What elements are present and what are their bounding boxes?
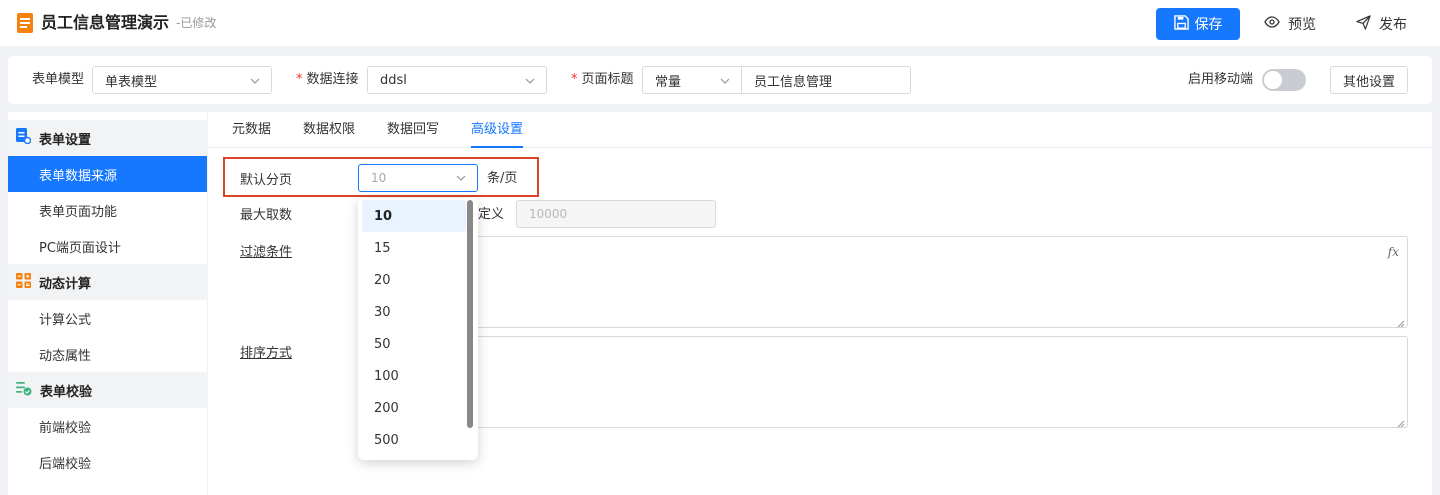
tab-advanced-settings[interactable]: 高级设置 <box>471 122 523 138</box>
chevron-down-icon <box>719 75 731 91</box>
modified-status: -已修改 <box>176 16 217 30</box>
toggle-knob <box>1264 71 1282 89</box>
eye-icon <box>1264 16 1280 32</box>
page-title-value: 员工信息管理 <box>754 74 833 90</box>
dropdown-option[interactable]: 20 <box>362 264 466 296</box>
sidebar-group-label: 动态计算 <box>39 276 92 292</box>
resize-handle-icon[interactable] <box>1397 417 1405 428</box>
dropdown-option[interactable]: 500 <box>362 424 466 456</box>
active-tab-indicator <box>471 146 523 148</box>
sidebar-item-form-data-source[interactable]: 表单数据来源 <box>8 156 207 192</box>
sidebar-item-dynamic-attr[interactable]: 动态属性 <box>8 336 207 372</box>
preview-button[interactable]: 预览 <box>1264 8 1316 40</box>
dropdown-option[interactable]: 15 <box>362 232 466 264</box>
data-connection-value: ddsl <box>380 72 407 88</box>
other-settings-button[interactable]: 其他设置 <box>1330 66 1408 94</box>
sidebar-item-formula[interactable]: 计算公式 <box>8 300 207 336</box>
sidebar-item-backend-validation[interactable]: 后端校验 <box>8 444 207 480</box>
tab-metadata[interactable]: 元数据 <box>232 122 271 138</box>
calculation-grid-icon <box>16 272 31 292</box>
page-title-input[interactable]: 员工信息管理 <box>741 66 911 94</box>
max-fetch-custom-label: 定义 <box>478 207 505 222</box>
save-button[interactable]: 保存 <box>1156 8 1240 40</box>
sidebar-group-dynamic-calc: 动态计算 <box>8 264 207 300</box>
sidebar-group-form-settings: 表单设置 <box>8 120 207 156</box>
sort-order-label[interactable]: 排序方式 <box>240 346 292 362</box>
max-fetch-input: 10000 <box>516 200 716 228</box>
preview-label: 预览 <box>1288 17 1316 33</box>
sidebar-item-frontend-validation[interactable]: 前端校验 <box>8 408 207 444</box>
chevron-down-icon <box>249 75 261 91</box>
resize-handle-icon[interactable] <box>1397 317 1405 328</box>
dropdown-option[interactable]: 10 <box>362 200 466 232</box>
tab-data-permission[interactable]: 数据权限 <box>303 122 355 138</box>
tabs-divider <box>208 147 1432 148</box>
dropdown-option[interactable]: 200 <box>362 392 466 424</box>
page-size-value: 10 <box>371 171 387 185</box>
dropdown-option[interactable]: 30 <box>362 296 466 328</box>
max-fetch-label: 最大取数 <box>240 208 293 223</box>
publish-label: 发布 <box>1379 17 1407 33</box>
form-model-select[interactable]: 单表模型 <box>92 66 272 94</box>
filter-condition-label[interactable]: 过滤条件 <box>240 245 292 261</box>
chevron-down-icon <box>524 75 536 91</box>
data-connection-select[interactable]: ddsl <box>367 66 547 94</box>
dropdown-option[interactable]: 100 <box>362 360 466 392</box>
sidebar-group-label: 表单校验 <box>40 384 93 400</box>
save-label: 保存 <box>1194 17 1223 33</box>
send-icon <box>1356 14 1371 34</box>
sidebar-item-form-page-function[interactable]: 表单页面功能 <box>8 192 207 228</box>
app-title: 员工信息管理演示 <box>41 13 170 32</box>
data-connection-label: * 数据连接 <box>296 72 359 87</box>
dropdown-scrollbar[interactable] <box>467 200 473 428</box>
sort-order-textarea[interactable] <box>474 336 1408 428</box>
form-model-label: 表单模型 <box>32 72 85 87</box>
document-icon <box>17 13 33 33</box>
publish-button[interactable]: 发布 <box>1356 8 1407 40</box>
max-fetch-value: 10000 <box>529 207 568 221</box>
tab-data-writeback[interactable]: 数据回写 <box>387 122 439 138</box>
form-model-value: 单表模型 <box>105 74 158 90</box>
sidebar-item-pc-page-design[interactable]: PC端页面设计 <box>8 228 207 264</box>
page-size-dropdown: 10 15 20 30 50 100 200 500 <box>358 198 478 460</box>
chevron-up-icon <box>455 172 467 187</box>
page-title-type-select[interactable]: 常量 <box>642 66 742 94</box>
page-size-select[interactable]: 10 <box>358 164 478 192</box>
mobile-enable-label: 启用移动端 <box>1188 72 1254 87</box>
sidebar-group-form-validation: 表单校验 <box>8 372 207 408</box>
form-settings-icon <box>16 128 32 148</box>
sidebar-group-label: 表单设置 <box>39 132 92 148</box>
validation-icon <box>16 381 32 400</box>
fx-icon[interactable]: fx <box>1388 245 1399 259</box>
filter-condition-textarea[interactable]: fx <box>474 236 1408 328</box>
page-title-type-value: 常量 <box>655 74 682 90</box>
mobile-toggle[interactable] <box>1262 69 1306 91</box>
dropdown-option[interactable]: 50 <box>362 328 466 360</box>
save-icon <box>1173 14 1189 34</box>
sidebar: 表单设置 表单数据来源 表单页面功能 PC端页面设计 动态计算 计算公式 动态属… <box>8 112 207 495</box>
page-title-label: * 页面标题 <box>571 72 634 87</box>
